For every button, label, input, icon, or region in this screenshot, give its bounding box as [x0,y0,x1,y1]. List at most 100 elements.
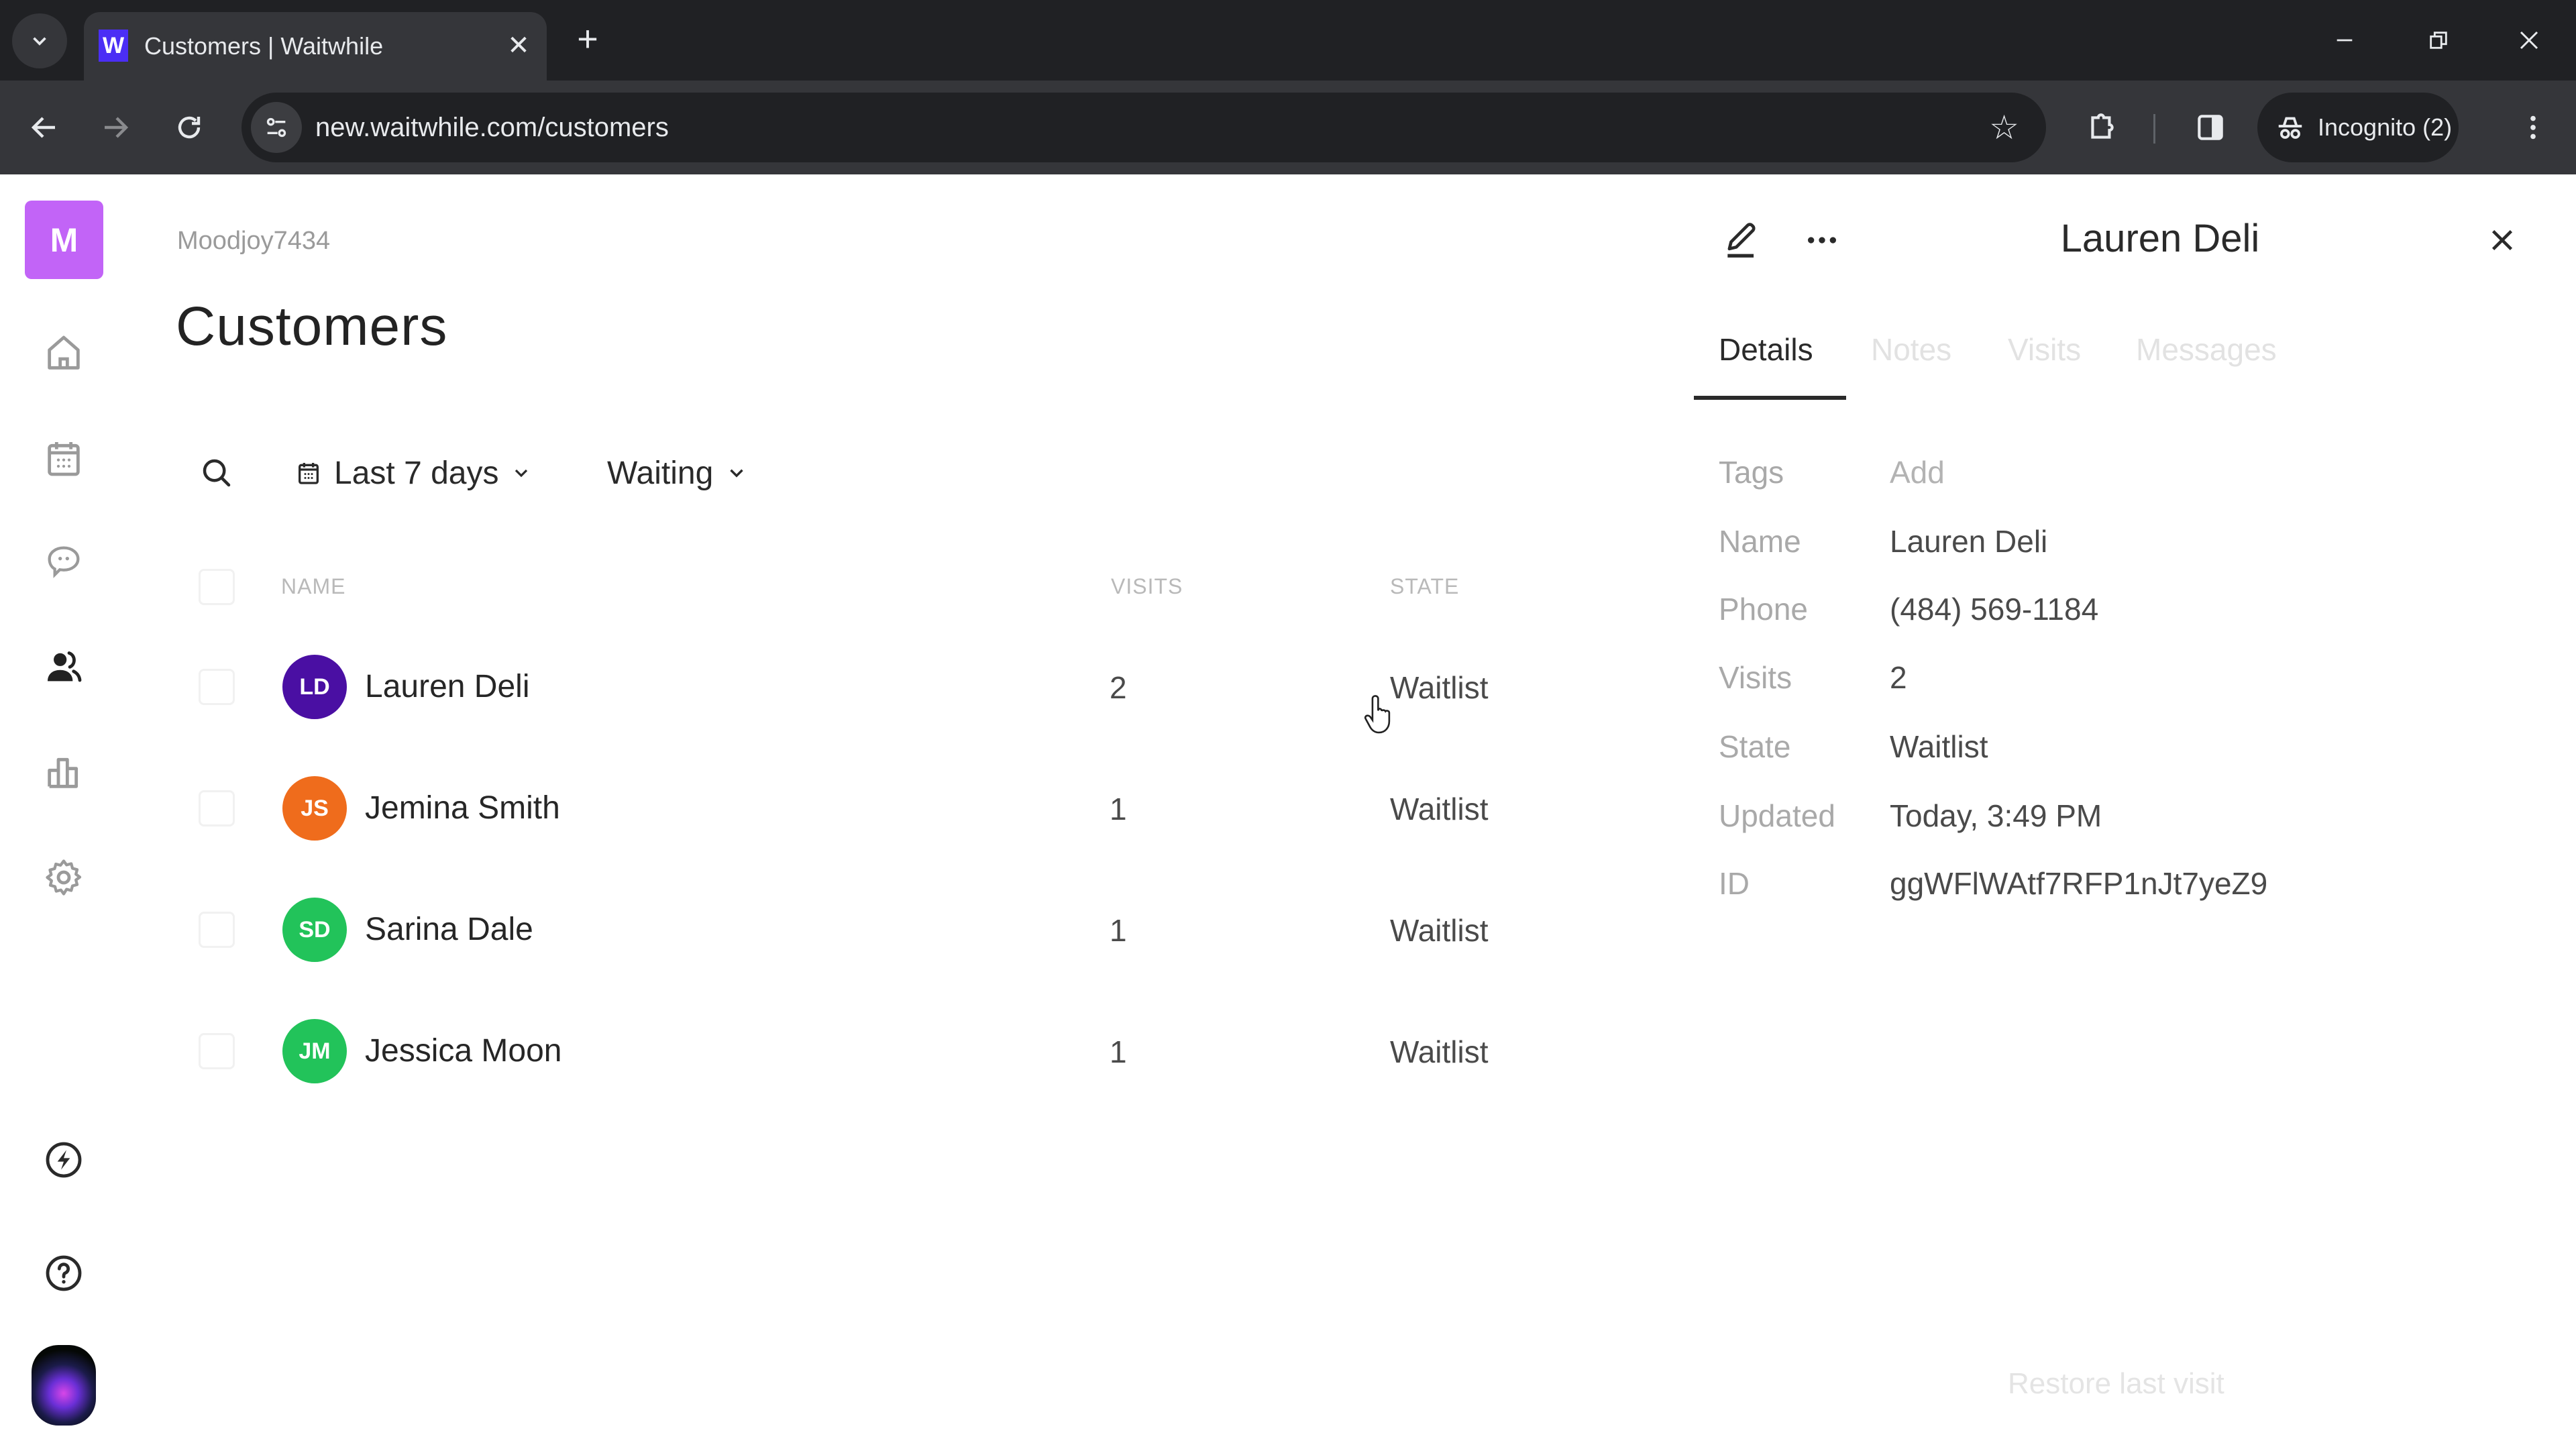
minimize-button[interactable] [2314,15,2375,66]
tune-icon [266,117,286,138]
minimize-icon [2337,39,2353,42]
detail-value: ggWFlWAtf7RFP1nJt7yeZ9 [1890,866,2268,901]
reload-icon [178,116,201,139]
detail-label: Visits [1719,660,1792,695]
restore-window-button[interactable] [2408,15,2469,66]
browser-tab[interactable]: W Customers | Waitwhile ✕ [84,12,547,80]
bookmark-star-icon[interactable]: ☆ [1989,107,2019,148]
chevron-down-icon [730,469,743,478]
page-title: Customers [176,296,448,357]
state-filter-label: Waiting [607,455,714,491]
help-icon [46,1255,82,1291]
edit-button[interactable] [1715,213,1768,267]
incognito-indicator[interactable]: Incognito (2) [2257,93,2459,162]
restore-last-visit-button[interactable]: Restore last visit [2008,1367,2224,1401]
state-filter[interactable]: Waiting [607,451,748,495]
column-header-state[interactable]: STATE [1390,574,1459,599]
users-icon [48,651,82,682]
sidebar-item-whats-new[interactable] [37,1133,91,1187]
row-checkbox[interactable] [199,790,235,826]
customer-state: Waitlist [1390,792,1489,826]
new-tab-button[interactable]: + [568,19,608,59]
row-checkbox[interactable] [199,1033,235,1069]
bar-chart-icon [48,757,78,788]
column-header-visits[interactable]: VISITS [1111,574,1183,599]
incognito-icon [2278,117,2302,139]
detail-value: Today, 3:49 PM [1890,798,2102,833]
column-header-name[interactable]: NAME [281,574,345,599]
org-logo[interactable]: M [25,201,103,279]
customer-name[interactable]: Jemina Smith [365,790,560,826]
sidebar-item-help[interactable] [37,1246,91,1300]
forward-button[interactable] [89,101,142,154]
address-bar[interactable]: new.waitwhile.com/customers ☆ [241,93,2046,162]
site-info-button[interactable] [251,102,302,153]
tab-search-button[interactable] [12,13,67,68]
customer-name[interactable]: Lauren Deli [365,668,529,705]
hand-cursor-icon [1362,691,1401,741]
arrow-left-icon [31,117,55,138]
tab-close-icon[interactable]: ✕ [500,27,537,64]
more-horizontal-icon [1808,237,1836,244]
tab-messages[interactable]: Messages [2136,331,2277,368]
home-icon [48,335,80,370]
arrow-right-icon [105,117,129,138]
url-text[interactable]: new.waitwhile.com/customers [315,109,669,146]
incognito-label: Incognito (2) [2318,113,2453,141]
user-avatar[interactable] [32,1345,96,1426]
row-checkbox[interactable] [199,912,235,948]
tab-visits[interactable]: Visits [2008,331,2081,368]
customer-visits: 2 [1110,670,1127,705]
customer-name[interactable]: Sarina Dale [365,911,533,948]
customer-avatar: JS [282,776,347,841]
breadcrumb-org[interactable]: Moodjoy7434 [177,227,330,256]
customer-name[interactable]: Jessica Moon [365,1032,561,1069]
sidebar-item-home[interactable] [37,327,91,380]
active-tab-indicator [1694,396,1846,400]
restore-window-icon [2430,32,2447,49]
chat-icon [48,546,80,578]
close-window-button[interactable] [2499,15,2559,66]
close-icon [2520,31,2538,50]
side-panel-icon [2198,115,2223,140]
sidebar-item-analytics[interactable] [37,745,91,799]
more-options-button[interactable] [1795,213,1849,267]
close-panel-button[interactable] [2475,213,2529,267]
back-button[interactable] [17,101,71,154]
waitwhile-favicon-icon: W [99,30,128,62]
tab-notes[interactable]: Notes [1871,331,1951,368]
lightning-icon [46,1142,82,1178]
sidebar-item-messages[interactable] [37,535,91,589]
customer-avatar: LD [282,655,347,719]
row-checkbox[interactable] [199,669,235,705]
sidebar-item-calendar[interactable] [37,431,91,485]
customer-state: Waitlist [1390,1034,1489,1069]
detail-label: Phone [1719,592,1809,627]
chevron-down-icon [515,469,528,478]
extensions-button[interactable] [2076,101,2129,154]
puzzle-icon [2091,113,2114,139]
detail-label: State [1719,729,1791,764]
reload-button[interactable] [162,101,216,154]
toolbar-divider [2153,114,2155,144]
more-vertical-icon [2530,115,2536,140]
customer-visits: 1 [1110,1034,1127,1069]
close-icon [2491,229,2513,251]
sidebar-item-customers[interactable] [37,640,91,694]
add-tag-button[interactable]: Add [1890,454,1945,490]
date-range-filter[interactable]: Last 7 days [295,451,532,495]
customer-state: Waitlist [1390,913,1489,948]
side-panel-button[interactable] [2184,101,2237,154]
select-all-checkbox[interactable] [199,569,235,605]
chevron-down-icon [33,37,46,46]
detail-value: Waitlist [1890,729,1988,764]
customer-state: Waitlist [1390,670,1489,705]
tab-details[interactable]: Details [1719,331,1813,368]
browser-menu-button[interactable] [2506,101,2560,154]
search-button[interactable] [195,451,239,495]
sidebar-item-settings[interactable] [37,851,91,904]
detail-label: Updated [1719,798,1835,833]
customer-visits: 1 [1110,913,1127,948]
pencil-icon [1727,223,1756,258]
tab-title: Customers | Waitwhile [144,32,384,60]
